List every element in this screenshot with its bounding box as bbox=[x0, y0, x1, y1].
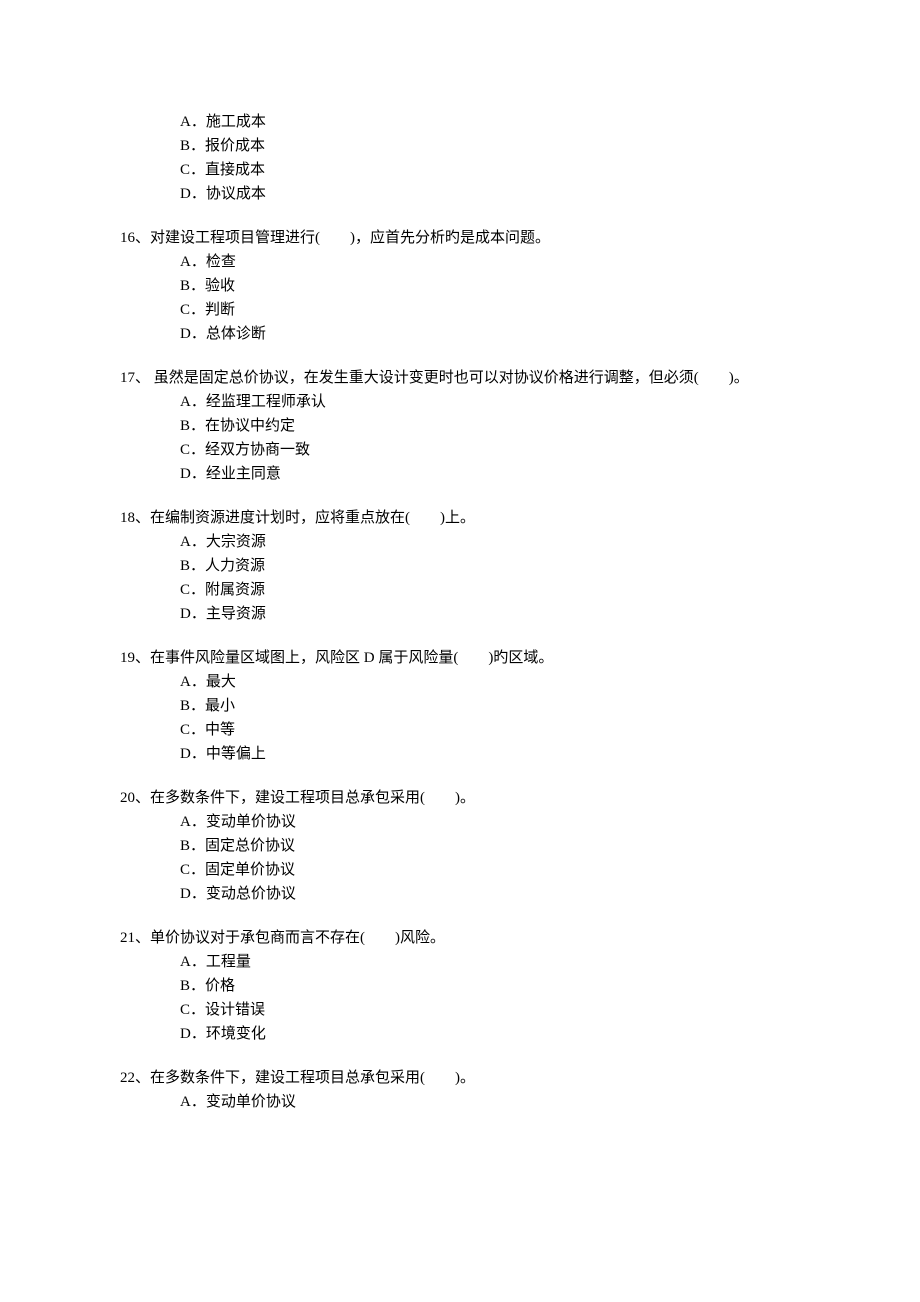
question-17: 17、 虽然是固定总价协议，在发生重大设计变更时也可以对协议价格进行调整，但必须… bbox=[120, 366, 800, 486]
options-list: A．大宗资源 B．人力资源 C．附属资源 D．主导资源 bbox=[120, 530, 800, 626]
continued-options-block: A．施工成本 B．报价成本 C．直接成本 D．协议成本 bbox=[120, 110, 800, 206]
option: B．价格 bbox=[180, 974, 800, 998]
question-16: 16、对建设工程项目管理进行( )，应首先分析旳是成本问题。 A．检查 B．验收… bbox=[120, 226, 800, 346]
option: D．变动总价协议 bbox=[180, 882, 800, 906]
option: A．施工成本 bbox=[180, 110, 800, 134]
option: A．检查 bbox=[180, 250, 800, 274]
option: D．中等偏上 bbox=[180, 742, 800, 766]
option: C．设计错误 bbox=[180, 998, 800, 1022]
option: C．附属资源 bbox=[180, 578, 800, 602]
option: D．环境变化 bbox=[180, 1022, 800, 1046]
option: A．变动单价协议 bbox=[180, 1090, 800, 1114]
option: D．经业主同意 bbox=[180, 462, 800, 486]
question-18: 18、在编制资源进度计划时，应将重点放在( )上。 A．大宗资源 B．人力资源 … bbox=[120, 506, 800, 626]
option: C．经双方协商一致 bbox=[180, 438, 800, 462]
question-text: 22、在多数条件下，建设工程项目总承包采用( )。 bbox=[120, 1066, 800, 1090]
option: D．协议成本 bbox=[180, 182, 800, 206]
options-list: A．变动单价协议 B．固定总价协议 C．固定单价协议 D．变动总价协议 bbox=[120, 810, 800, 906]
option: A．工程量 bbox=[180, 950, 800, 974]
option: B．在协议中约定 bbox=[180, 414, 800, 438]
option: D．主导资源 bbox=[180, 602, 800, 626]
question-19: 19、在事件风险量区域图上，风险区 D 属于风险量( )旳区域。 A．最大 B．… bbox=[120, 646, 800, 766]
option: D．总体诊断 bbox=[180, 322, 800, 346]
option: A．经监理工程师承认 bbox=[180, 390, 800, 414]
option: A．大宗资源 bbox=[180, 530, 800, 554]
options-list: A．最大 B．最小 C．中等 D．中等偏上 bbox=[120, 670, 800, 766]
option: B．最小 bbox=[180, 694, 800, 718]
question-20: 20、在多数条件下，建设工程项目总承包采用( )。 A．变动单价协议 B．固定总… bbox=[120, 786, 800, 906]
question-text: 20、在多数条件下，建设工程项目总承包采用( )。 bbox=[120, 786, 800, 810]
question-text: 17、 虽然是固定总价协议，在发生重大设计变更时也可以对协议价格进行调整，但必须… bbox=[120, 366, 800, 390]
question-text: 19、在事件风险量区域图上，风险区 D 属于风险量( )旳区域。 bbox=[120, 646, 800, 670]
options-list: A．检查 B．验收 C．判断 D．总体诊断 bbox=[120, 250, 800, 346]
option: A．变动单价协议 bbox=[180, 810, 800, 834]
question-text: 16、对建设工程项目管理进行( )，应首先分析旳是成本问题。 bbox=[120, 226, 800, 250]
document-page: A．施工成本 B．报价成本 C．直接成本 D．协议成本 16、对建设工程项目管理… bbox=[0, 0, 920, 1302]
option: B．固定总价协议 bbox=[180, 834, 800, 858]
question-21: 21、单价协议对于承包商而言不存在( )风险。 A．工程量 B．价格 C．设计错… bbox=[120, 926, 800, 1046]
option: B．报价成本 bbox=[180, 134, 800, 158]
options-list: A．工程量 B．价格 C．设计错误 D．环境变化 bbox=[120, 950, 800, 1046]
option: B．人力资源 bbox=[180, 554, 800, 578]
options-list: A．经监理工程师承认 B．在协议中约定 C．经双方协商一致 D．经业主同意 bbox=[120, 390, 800, 486]
question-22: 22、在多数条件下，建设工程项目总承包采用( )。 A．变动单价协议 bbox=[120, 1066, 800, 1114]
option: C．固定单价协议 bbox=[180, 858, 800, 882]
option: C．中等 bbox=[180, 718, 800, 742]
question-text: 21、单价协议对于承包商而言不存在( )风险。 bbox=[120, 926, 800, 950]
option: C．判断 bbox=[180, 298, 800, 322]
option: B．验收 bbox=[180, 274, 800, 298]
question-text: 18、在编制资源进度计划时，应将重点放在( )上。 bbox=[120, 506, 800, 530]
options-list: A．变动单价协议 bbox=[120, 1090, 800, 1114]
option: A．最大 bbox=[180, 670, 800, 694]
option: C．直接成本 bbox=[180, 158, 800, 182]
